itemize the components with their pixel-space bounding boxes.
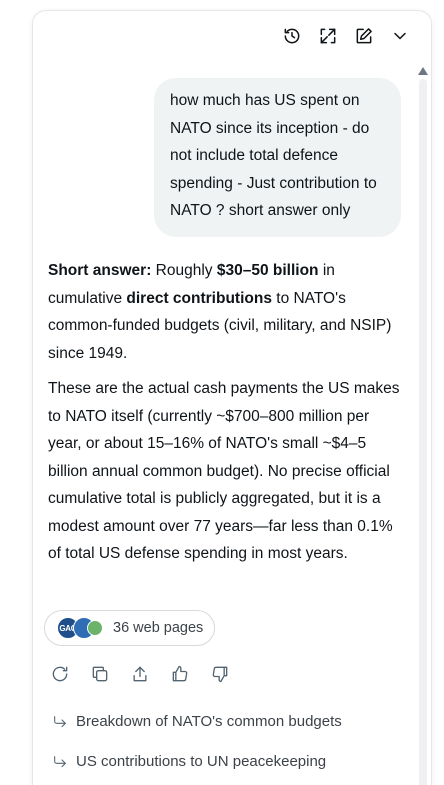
suggestion-label: Breakdown of NATO's common budgets bbox=[76, 713, 342, 730]
thumbs-down-button[interactable] bbox=[210, 664, 230, 684]
answer-text: Roughly bbox=[151, 262, 217, 279]
assistant-answer: Short answer: Roughly $30–50 billion in … bbox=[48, 257, 404, 576]
answer-lead: Short answer: bbox=[48, 262, 152, 279]
leaf-favicon bbox=[87, 620, 103, 636]
message-actions bbox=[50, 664, 230, 684]
user-message: how much has US spent on NATO since its … bbox=[154, 78, 401, 237]
copy-icon bbox=[92, 666, 108, 682]
regenerate-icon bbox=[52, 666, 68, 682]
new-chat-button[interactable] bbox=[353, 25, 375, 47]
answer-amount: $30–50 billion bbox=[216, 262, 319, 279]
edit-icon bbox=[356, 28, 372, 44]
regenerate-button[interactable] bbox=[50, 664, 70, 684]
suggestion-item[interactable]: US contributions to UN peacekeeping bbox=[52, 753, 326, 770]
expand-icon bbox=[320, 28, 336, 44]
history-button[interactable] bbox=[281, 25, 303, 47]
suggestion-item[interactable]: Breakdown of NATO's common budgets bbox=[52, 713, 342, 730]
suggestion-label: US contributions to UN peacekeeping bbox=[76, 753, 327, 770]
answer-paragraph-2: These are the actual cash payments the U… bbox=[48, 380, 400, 562]
history-icon bbox=[284, 28, 300, 44]
collapse-button[interactable] bbox=[389, 25, 411, 47]
expand-button[interactable] bbox=[317, 25, 339, 47]
share-icon bbox=[133, 666, 147, 682]
answer-paragraph-1: Short answer: Roughly $30–50 billion in … bbox=[48, 257, 404, 367]
thumbs-up-icon bbox=[172, 665, 188, 682]
sources-button[interactable]: GAO 36 web pages bbox=[44, 610, 215, 646]
follow-up-arrow-icon bbox=[54, 715, 66, 727]
source-favicons: GAO bbox=[57, 617, 103, 639]
share-button[interactable] bbox=[130, 664, 150, 684]
scroll-track[interactable] bbox=[419, 79, 427, 785]
scroll-up-arrow-icon[interactable] bbox=[418, 67, 428, 75]
thumbs-down-icon bbox=[212, 666, 228, 683]
follow-up-arrow-icon bbox=[54, 755, 66, 767]
toolbar bbox=[281, 25, 411, 47]
sources-label: 36 web pages bbox=[113, 620, 204, 636]
answer-emphasis: direct contributions bbox=[126, 289, 272, 307]
chevron-down-icon bbox=[394, 32, 406, 40]
scrollbar[interactable] bbox=[418, 67, 428, 785]
thumbs-up-button[interactable] bbox=[170, 664, 190, 684]
copy-button[interactable] bbox=[90, 664, 110, 684]
